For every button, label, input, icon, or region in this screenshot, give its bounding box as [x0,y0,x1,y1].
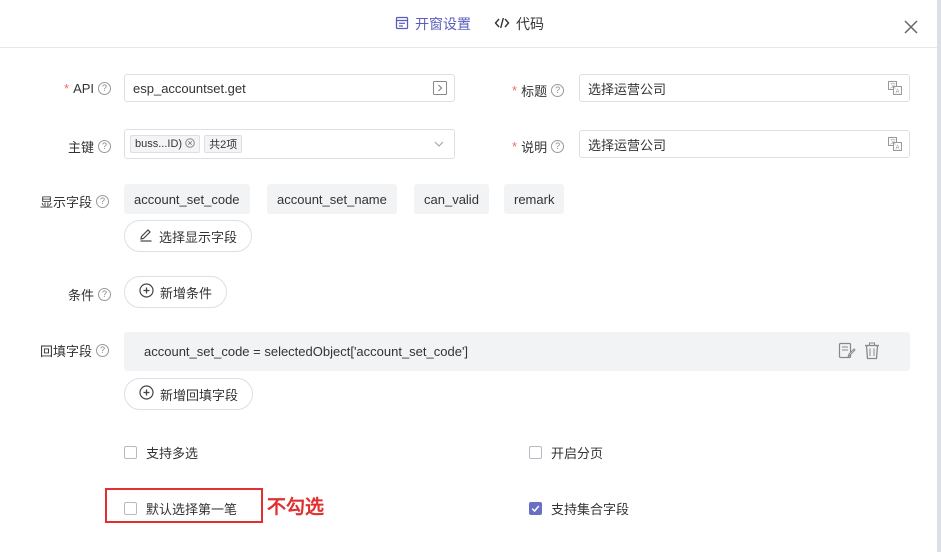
condition-label: 条件 ? [68,285,112,304]
close-icon[interactable] [903,19,919,35]
select-api-icon[interactable] [433,81,447,95]
api-label: * API ? [64,81,112,96]
annotation-highlight-box [105,488,263,523]
primary-key-select[interactable]: buss...ID) 共2项 [124,129,455,159]
edit-icon [139,228,153,245]
backfill-label: 回填字段 ? [40,341,110,360]
add-condition-button[interactable]: 新增条件 [124,276,228,308]
checkbox-box[interactable] [529,502,542,515]
paging-checkbox[interactable]: 开启分页 [529,443,603,462]
scrollbar-track[interactable] [937,0,941,552]
multi-select-checkbox[interactable]: 支持多选 [124,443,198,462]
help-icon[interactable]: ? [96,195,110,208]
title-input[interactable]: 选择运营公司 文A [579,74,910,102]
display-field-chip: account_set_name [267,184,397,214]
add-backfill-button[interactable]: 新增回填字段 [124,378,254,410]
code-icon [494,16,510,33]
selected-count-tag: 共2项 [204,135,243,153]
annotation-text: 不勾选 [267,496,325,518]
backfill-row: account_set_code = selectedObject['accou… [124,332,910,371]
help-icon[interactable]: ? [98,82,112,95]
dialog-header: 开窗设置 代码 [0,0,937,48]
translate-icon[interactable]: 文A [888,81,902,95]
help-icon[interactable]: ? [98,140,112,153]
collection-field-checkbox[interactable]: 支持集合字段 [529,499,629,518]
help-icon[interactable]: ? [96,344,110,357]
form-icon [395,16,409,33]
checkbox-box[interactable] [529,446,542,459]
display-field-chip: account_set_code [124,184,250,214]
select-display-fields-button[interactable]: 选择显示字段 [124,220,253,252]
api-input[interactable]: esp_accountset.get [124,74,455,102]
primary-key-label: 主键 ? [68,137,112,156]
tag-close-icon[interactable] [185,137,195,151]
display-fields-label: 显示字段 ? [40,192,110,211]
display-field-chip: remark [504,184,565,214]
display-field-chip: can_valid [414,184,489,214]
tab-label: 代码 [516,16,544,32]
svg-text:A: A [896,145,900,151]
trash-icon[interactable] [864,342,880,363]
title-label: * 标题 ? [512,81,565,100]
svg-text:A: A [896,89,900,95]
chevron-down-icon[interactable] [433,138,447,152]
backfill-expression: account_set_code = selectedObject['accou… [144,344,469,359]
description-label: * 说明 ? [512,137,565,156]
help-icon[interactable]: ? [551,140,565,153]
description-input[interactable]: 选择运营公司 文A [579,130,910,158]
check-icon [531,505,540,513]
checkbox-box[interactable] [124,446,137,459]
translate-icon[interactable]: 文A [888,137,902,151]
selected-key-tag: buss...ID) [130,135,201,153]
plus-circle-icon [139,385,154,403]
help-icon[interactable]: ? [98,288,112,301]
edit-note-icon[interactable] [838,342,856,363]
help-icon[interactable]: ? [551,84,565,97]
tab-label: 开窗设置 [415,16,471,32]
tab-code[interactable]: 代码 [494,14,544,34]
tab-window-settings[interactable]: 开窗设置 [395,14,471,34]
plus-circle-icon [139,283,154,301]
